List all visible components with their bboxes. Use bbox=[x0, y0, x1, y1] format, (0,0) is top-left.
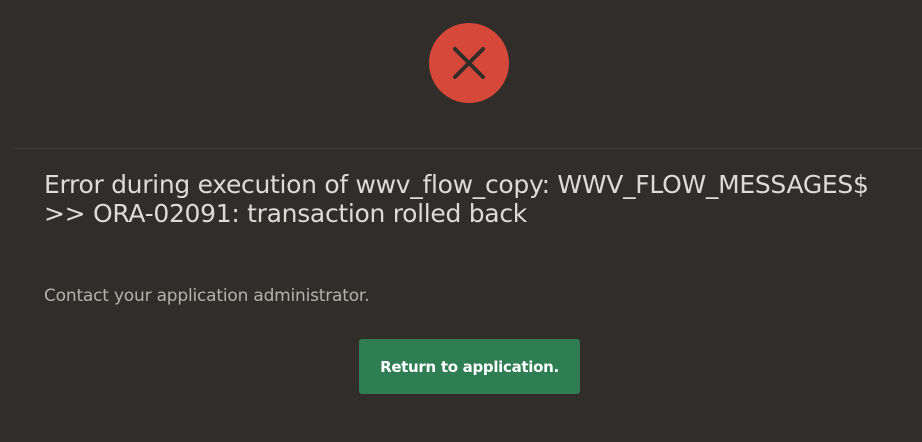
error-message: Contact your application administrator. bbox=[44, 286, 370, 306]
close-icon bbox=[453, 47, 485, 79]
error-title: Error during execution of wwv_flow_copy:… bbox=[44, 170, 869, 228]
return-to-application-button[interactable]: Return to application. bbox=[359, 339, 580, 394]
divider bbox=[14, 148, 922, 149]
error-badge bbox=[429, 23, 509, 103]
error-page: Error during execution of wwv_flow_copy:… bbox=[0, 0, 922, 442]
